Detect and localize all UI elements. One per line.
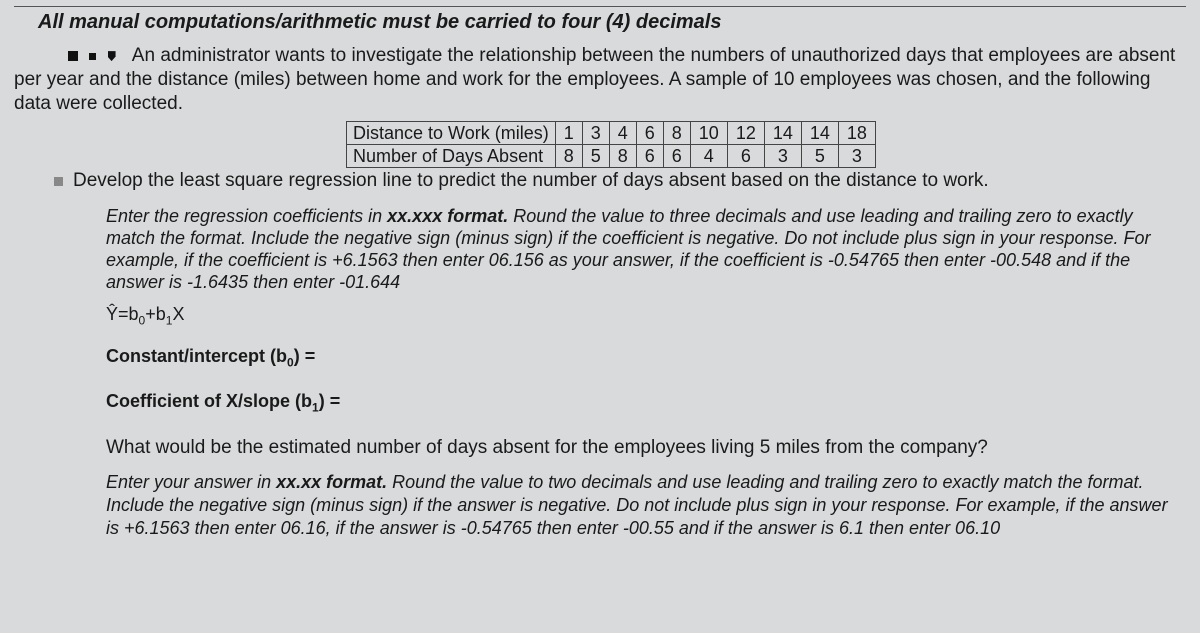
square-small-icon bbox=[89, 53, 96, 60]
bullet-icon bbox=[54, 177, 63, 186]
instructions-prediction: Enter your answer in xx.xx format. Round… bbox=[106, 471, 1170, 540]
cell: 6 bbox=[636, 122, 663, 145]
cell: 5 bbox=[582, 145, 609, 168]
slope-field[interactable]: Coefficient of X/slope (b1) = bbox=[106, 391, 1186, 415]
cell: 10 bbox=[690, 122, 727, 145]
cell: 6 bbox=[663, 145, 690, 168]
cell: 14 bbox=[801, 122, 838, 145]
cell: 8 bbox=[555, 145, 582, 168]
cell: 8 bbox=[663, 122, 690, 145]
cell: 6 bbox=[636, 145, 663, 168]
data-table: Distance to Work (miles) 1 3 4 6 8 10 12… bbox=[346, 121, 876, 168]
cell: 4 bbox=[609, 122, 636, 145]
eqn-part: X bbox=[172, 304, 184, 324]
task-text: Develop the least square regression line… bbox=[73, 170, 989, 191]
label-part: ) = bbox=[294, 346, 316, 366]
square-icon bbox=[68, 51, 78, 61]
cell: 1 bbox=[555, 122, 582, 145]
cell: 12 bbox=[727, 122, 764, 145]
eqn-part: Ŷ=b bbox=[106, 304, 139, 324]
question-page: All manual computations/arithmetic must … bbox=[0, 0, 1200, 540]
row-label-absent: Number of Days Absent bbox=[347, 145, 556, 168]
instr-format: xx.xx format. bbox=[276, 472, 387, 492]
eqn-part: +b bbox=[145, 304, 166, 324]
label-part: ) = bbox=[319, 391, 341, 411]
cell: 14 bbox=[764, 122, 801, 145]
bullet-group bbox=[68, 44, 122, 68]
label-sub: 0 bbox=[287, 355, 294, 369]
instr-format: xx.xxx format. bbox=[387, 206, 508, 226]
cell: 6 bbox=[727, 145, 764, 168]
prediction-question: What would be the estimated number of da… bbox=[106, 437, 1186, 459]
label-sub: 1 bbox=[312, 401, 319, 415]
cell: 18 bbox=[838, 122, 875, 145]
instr-part: Enter your answer in bbox=[106, 472, 276, 492]
instr-part: Enter the regression coefficients in bbox=[106, 206, 387, 226]
page-title: All manual computations/arithmetic must … bbox=[38, 11, 1186, 34]
pin-icon bbox=[108, 51, 116, 61]
table-row: Distance to Work (miles) 1 3 4 6 8 10 12… bbox=[347, 122, 876, 145]
label-part: Coefficient of X/slope (b bbox=[106, 391, 312, 411]
row-label-distance: Distance to Work (miles) bbox=[347, 122, 556, 145]
intercept-field[interactable]: Constant/intercept (b0) = bbox=[106, 346, 1186, 370]
task-statement: Develop the least square regression line… bbox=[54, 170, 1186, 192]
intro-line-1: An administrator wants to investigate th… bbox=[132, 45, 1113, 66]
label-part: Constant/intercept (b bbox=[106, 346, 287, 366]
instructions-regression: Enter the regression coefficients in xx.… bbox=[106, 206, 1180, 294]
divider bbox=[14, 6, 1186, 7]
cell: 3 bbox=[838, 145, 875, 168]
cell: 4 bbox=[690, 145, 727, 168]
cell: 3 bbox=[582, 122, 609, 145]
cell: 3 bbox=[764, 145, 801, 168]
regression-equation: Ŷ=b0+b1X bbox=[106, 304, 1186, 328]
cell: 5 bbox=[801, 145, 838, 168]
table-row: Number of Days Absent 8 5 8 6 6 4 6 3 5 … bbox=[347, 145, 876, 168]
cell: 8 bbox=[609, 145, 636, 168]
problem-intro: An administrator wants to investigate th… bbox=[14, 44, 1186, 115]
